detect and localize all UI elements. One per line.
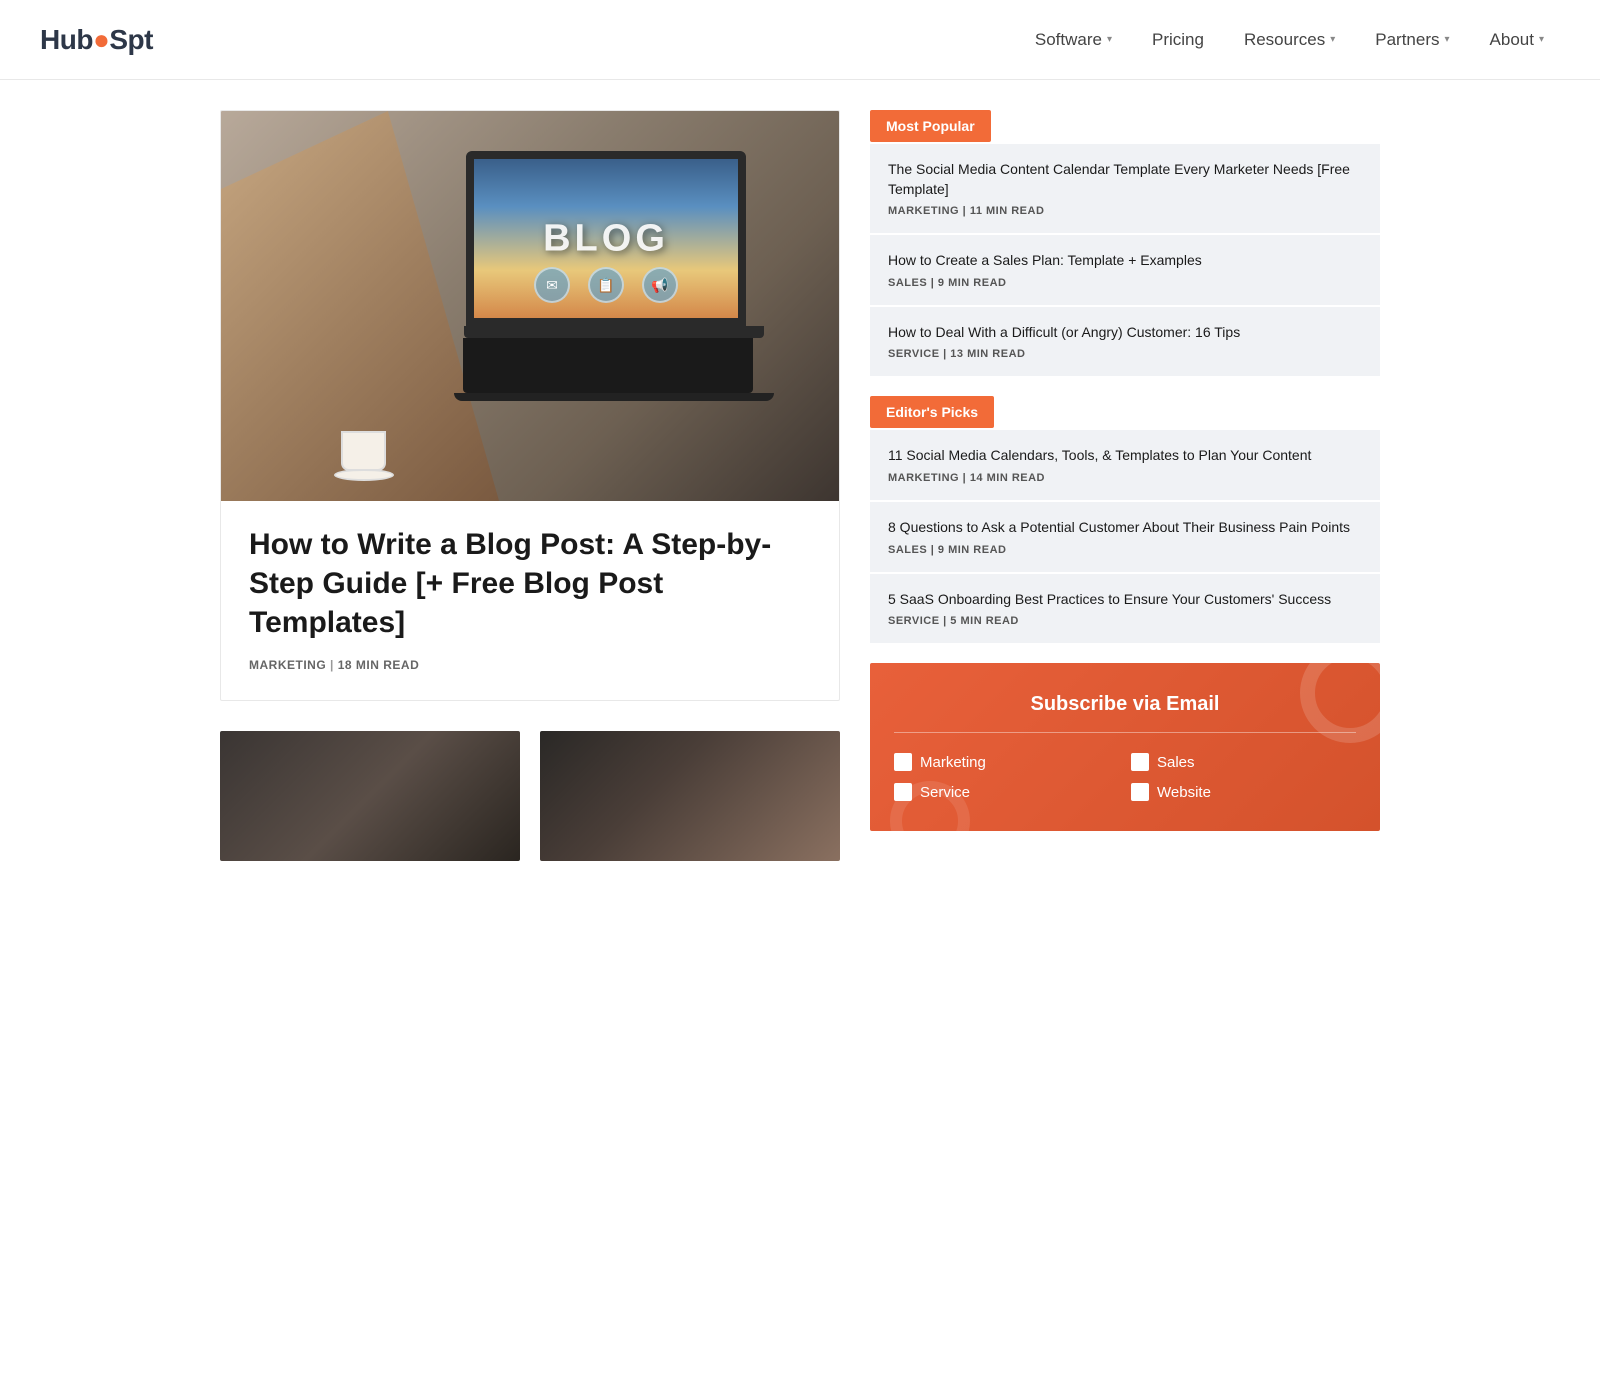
laptop-illustration: BLOG ✉ 📋 📢 — [466, 151, 786, 401]
nav-partners[interactable]: Partners ▾ — [1359, 22, 1465, 58]
most-popular-badge: Most Popular — [870, 110, 991, 142]
popular-article-1[interactable]: The Social Media Content Calendar Templa… — [870, 144, 1380, 233]
nav-about[interactable]: About ▾ — [1474, 22, 1560, 58]
checkbox-website[interactable]: Website — [1131, 783, 1356, 801]
popular-article-3-meta: SERVICE | 13 MIN READ — [888, 348, 1362, 360]
editors-picks-badge: Editor's Picks — [870, 396, 994, 428]
popular-article-3-title: How to Deal With a Difficult (or Angry) … — [888, 323, 1362, 343]
checkbox-sales-label: Sales — [1157, 754, 1195, 771]
chevron-down-icon: ▾ — [1107, 34, 1112, 45]
subscribe-decoration-1 — [1300, 663, 1380, 743]
nav-pricing-label: Pricing — [1152, 30, 1204, 50]
logo-text: Hub●Spt — [40, 24, 153, 56]
logo[interactable]: Hub●Spt — [40, 24, 153, 56]
nav-software-label: Software — [1035, 30, 1102, 50]
left-column: BLOG ✉ 📋 📢 How to Write a Blog Post: A S… — [220, 110, 840, 861]
checkbox-sales[interactable]: Sales — [1131, 753, 1356, 771]
navigation: Hub●Spt Software ▾ Pricing Resources ▾ P… — [0, 0, 1600, 80]
hero-meta: MARKETING | 18 MIN READ — [249, 658, 811, 672]
popular-article-3[interactable]: How to Deal With a Difficult (or Angry) … — [870, 307, 1380, 377]
small-article-2[interactable] — [540, 731, 840, 861]
nav-pricing[interactable]: Pricing — [1136, 22, 1220, 58]
popular-article-2-meta: SALES | 9 MIN READ — [888, 277, 1362, 289]
laptop-bottom — [454, 393, 774, 401]
checkbox-marketing-box[interactable] — [894, 753, 912, 771]
main-content: BLOG ✉ 📋 📢 How to Write a Blog Post: A S… — [200, 80, 1400, 891]
blog-text: BLOG — [543, 217, 669, 260]
laptop-base — [464, 326, 764, 338]
document-icon: 📋 — [588, 267, 624, 303]
nav-software[interactable]: Software ▾ — [1019, 22, 1128, 58]
email-icon: ✉ — [534, 267, 570, 303]
bottom-articles — [220, 731, 840, 861]
coffee-cup — [341, 431, 386, 471]
picks-article-2[interactable]: 8 Questions to Ask a Potential Customer … — [870, 502, 1380, 572]
checkbox-sales-box[interactable] — [1131, 753, 1149, 771]
popular-article-2-title: How to Create a Sales Plan: Template + E… — [888, 251, 1362, 271]
picks-article-1-title: 11 Social Media Calendars, Tools, & Temp… — [888, 446, 1362, 466]
nav-resources-label: Resources — [1244, 30, 1325, 50]
most-popular-section: Most Popular The Social Media Content Ca… — [870, 110, 1380, 376]
hero-category: MARKETING — [249, 658, 326, 672]
checkbox-website-box[interactable] — [1131, 783, 1149, 801]
small-article-2-image — [540, 731, 840, 861]
checkbox-marketing-label: Marketing — [920, 754, 986, 771]
checkbox-website-label: Website — [1157, 784, 1211, 801]
nav-resources[interactable]: Resources ▾ — [1228, 22, 1351, 58]
picks-article-2-meta: SALES | 9 MIN READ — [888, 544, 1362, 556]
nav-menu: Software ▾ Pricing Resources ▾ Partners … — [1019, 22, 1560, 58]
picks-article-1[interactable]: 11 Social Media Calendars, Tools, & Temp… — [870, 430, 1380, 500]
popular-article-1-meta: MARKETING | 11 MIN READ — [888, 205, 1362, 217]
subscribe-checkboxes: Marketing Sales Service Website — [894, 753, 1356, 801]
chevron-down-icon: ▾ — [1539, 34, 1544, 45]
chevron-down-icon: ▾ — [1445, 34, 1450, 45]
picks-article-1-meta: MARKETING | 14 MIN READ — [888, 472, 1362, 484]
right-sidebar: Most Popular The Social Media Content Ca… — [870, 110, 1380, 861]
picks-article-3[interactable]: 5 SaaS Onboarding Best Practices to Ensu… — [870, 574, 1380, 644]
subscribe-title: Subscribe via Email — [894, 693, 1356, 716]
subscribe-divider — [894, 732, 1356, 733]
picks-article-2-title: 8 Questions to Ask a Potential Customer … — [888, 518, 1362, 538]
megaphone-icon: 📢 — [642, 267, 678, 303]
nav-about-label: About — [1490, 30, 1534, 50]
picks-article-3-title: 5 SaaS Onboarding Best Practices to Ensu… — [888, 590, 1362, 610]
popular-article-2[interactable]: How to Create a Sales Plan: Template + E… — [870, 235, 1380, 305]
hero-article[interactable]: BLOG ✉ 📋 📢 How to Write a Blog Post: A S… — [220, 110, 840, 701]
subscribe-box: Subscribe via Email Marketing Sales Serv… — [870, 663, 1380, 831]
hero-image: BLOG ✉ 📋 📢 — [221, 111, 839, 501]
hero-body: How to Write a Blog Post: A Step-by-Step… — [221, 501, 839, 700]
editors-picks-section: Editor's Picks 11 Social Media Calendars… — [870, 396, 1380, 643]
keyboard-area — [463, 338, 753, 393]
screen-icons: ✉ 📋 📢 — [534, 267, 678, 303]
popular-article-1-title: The Social Media Content Calendar Templa… — [888, 160, 1362, 199]
picks-article-3-meta: SERVICE | 5 MIN READ — [888, 615, 1362, 627]
checkbox-marketing[interactable]: Marketing — [894, 753, 1119, 771]
small-article-1-image — [220, 731, 520, 861]
laptop-screen: BLOG ✉ 📋 📢 — [466, 151, 746, 326]
meta-separator: | — [330, 658, 338, 672]
logo-dot: ● — [93, 24, 109, 55]
nav-partners-label: Partners — [1375, 30, 1439, 50]
small-article-1[interactable] — [220, 731, 520, 861]
hero-read-time: 18 MIN READ — [338, 658, 420, 672]
chevron-down-icon: ▾ — [1330, 34, 1335, 45]
hero-title: How to Write a Blog Post: A Step-by-Step… — [249, 525, 811, 642]
